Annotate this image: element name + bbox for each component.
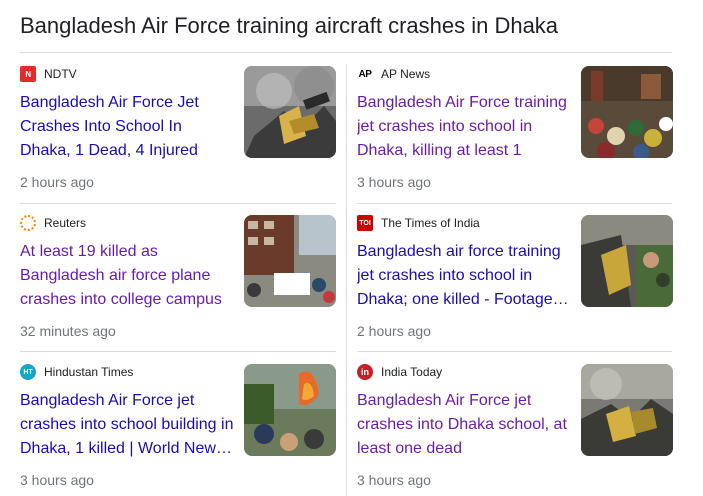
- article-time: 2 hours ago: [357, 323, 431, 339]
- source-row: N NDTV: [20, 66, 77, 82]
- source-name: NDTV: [44, 67, 77, 81]
- hindustan-times-logo-icon: HT: [20, 364, 36, 380]
- news-card-hindustan-times[interactable]: HT Hindustan Times Bangladesh Air Force …: [20, 364, 336, 494]
- source-row: TOI The Times of India: [357, 215, 480, 231]
- source-row: in India Today: [357, 364, 442, 380]
- ap-news-logo-icon: AP: [357, 66, 373, 82]
- row-divider: [20, 203, 336, 204]
- source-name: The Times of India: [381, 216, 480, 230]
- reuters-logo-icon: [20, 215, 36, 231]
- article-thumbnail[interactable]: [581, 364, 673, 456]
- source-name: India Today: [381, 365, 443, 379]
- article-time: 2 hours ago: [20, 174, 94, 190]
- column-divider: [346, 64, 347, 496]
- source-row: Reuters: [20, 215, 86, 231]
- news-card-reuters[interactable]: Reuters At least 19 killed as Bangladesh…: [20, 215, 336, 345]
- article-thumbnail[interactable]: [244, 364, 336, 456]
- article-title[interactable]: Bangladesh Air Force jet crashes into sc…: [20, 389, 235, 461]
- article-time: 32 minutes ago: [20, 323, 116, 339]
- india-today-logo-icon: in: [357, 364, 373, 380]
- article-thumbnail[interactable]: [244, 66, 336, 158]
- article-thumbnail[interactable]: [581, 215, 673, 307]
- article-title[interactable]: Bangladesh Air Force jet crashes into Dh…: [357, 389, 572, 461]
- row-divider: [357, 203, 672, 204]
- news-card-ndtv[interactable]: N NDTV Bangladesh Air Force Jet Crashes …: [20, 66, 336, 196]
- source-row: AP AP News: [357, 66, 430, 82]
- news-card-india-today[interactable]: in India Today Bangladesh Air Force jet …: [357, 364, 673, 494]
- row-divider: [357, 351, 672, 352]
- times-of-india-logo-icon: TOI: [357, 215, 373, 231]
- article-title[interactable]: At least 19 killed as Bangladesh air for…: [20, 240, 235, 312]
- source-name: AP News: [381, 67, 431, 81]
- article-time: 3 hours ago: [357, 174, 431, 190]
- source-name: Hindustan Times: [44, 365, 134, 379]
- article-time: 3 hours ago: [357, 472, 431, 488]
- article-title[interactable]: Bangladesh Air Force Jet Crashes Into Sc…: [20, 91, 235, 163]
- row-divider: [20, 351, 336, 352]
- article-title[interactable]: Bangladesh air force training jet crashe…: [357, 240, 572, 312]
- article-title[interactable]: Bangladesh Air Force training jet crashe…: [357, 91, 572, 163]
- news-card-ap-news[interactable]: AP AP News Bangladesh Air Force training…: [357, 66, 673, 196]
- article-time: 3 hours ago: [20, 472, 94, 488]
- topic-heading[interactable]: Bangladesh Air Force training aircraft c…: [20, 12, 672, 40]
- article-thumbnail[interactable]: [244, 215, 336, 307]
- news-card-times-of-india[interactable]: TOI The Times of India Bangladesh air fo…: [357, 215, 673, 345]
- source-name: Reuters: [44, 216, 87, 230]
- heading-divider: [20, 52, 672, 53]
- ndtv-logo-icon: N: [20, 66, 36, 82]
- article-thumbnail[interactable]: [581, 66, 673, 158]
- source-row: HT Hindustan Times: [20, 364, 133, 380]
